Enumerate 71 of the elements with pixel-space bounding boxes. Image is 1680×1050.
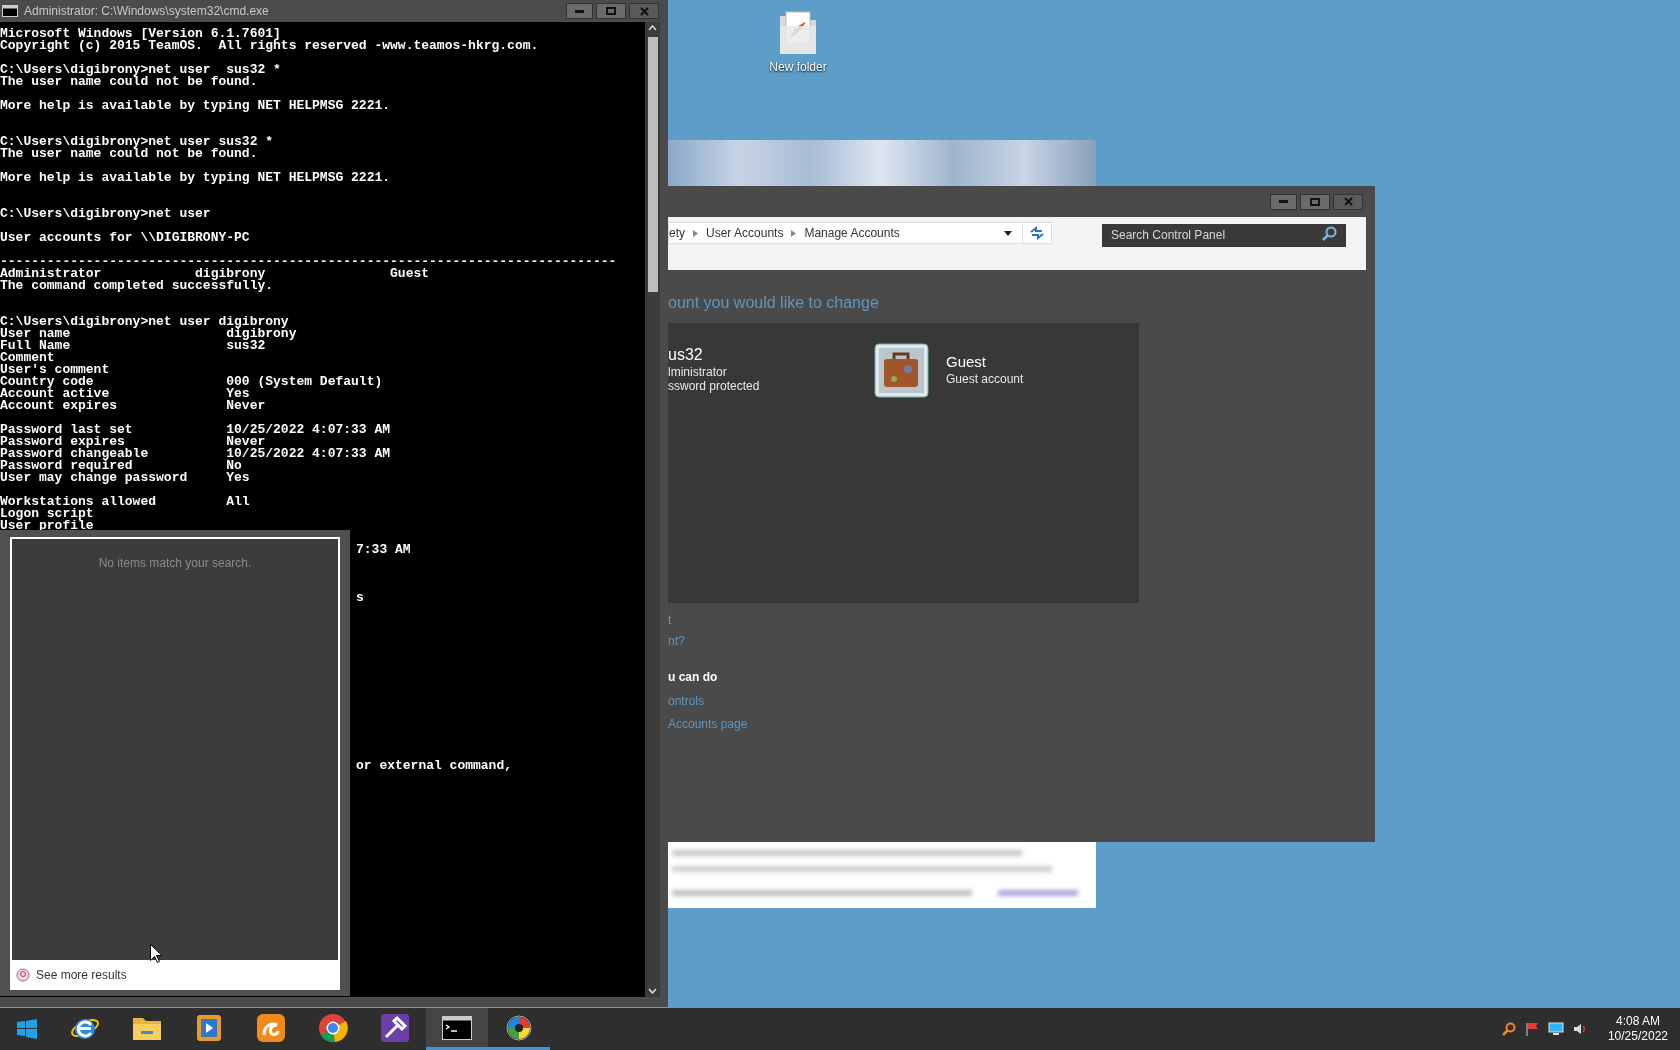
empty-message: No items match your search. xyxy=(98,555,252,572)
refresh-icon[interactable] xyxy=(1029,226,1045,240)
breadcrumb-item[interactable]: User Accounts xyxy=(706,224,784,242)
taskbar-button[interactable] xyxy=(426,1008,488,1050)
console-line: Password last set 10/25/2022 4:07:33 AM xyxy=(0,422,391,437)
scrollbar-thumb[interactable] xyxy=(647,37,658,292)
console-line: C:\Users\digibrony>net user digibrony xyxy=(0,314,289,329)
console-line: Workstations allowed All xyxy=(0,494,250,509)
minimize-icon xyxy=(1279,200,1288,203)
console-line: or external command, xyxy=(356,758,513,773)
scroll-down-icon[interactable] xyxy=(648,988,657,994)
breadcrumb-item[interactable]: ety xyxy=(669,224,685,242)
hammer-icon xyxy=(380,1012,410,1043)
chevron-right-icon xyxy=(693,229,698,237)
account-detail: lministrator xyxy=(668,365,728,379)
windows-logo-icon xyxy=(17,1019,37,1039)
clock[interactable]: 4:08 AM 10/25/2022 xyxy=(1607,1014,1668,1044)
account-name[interactable]: us32 xyxy=(668,345,874,365)
terminal-icon xyxy=(442,1015,472,1040)
console-line: ------------------------------------------------------------------------------- xyxy=(0,254,617,269)
breadcrumb-item[interactable]: Manage Accounts xyxy=(804,224,900,242)
account-detail: ssword protected xyxy=(668,379,761,393)
search-field[interactable]: Search Control Panel xyxy=(1102,223,1346,247)
console-line: User's comment xyxy=(0,362,110,377)
color-wheel-icon xyxy=(506,1014,532,1041)
minimize-icon xyxy=(575,9,584,13)
console-line: C:\Users\digibrony>net user sus32 * xyxy=(0,62,281,77)
play-icon xyxy=(196,1013,222,1042)
maximize-icon xyxy=(606,7,616,15)
console-line: Password expires Never xyxy=(0,434,266,449)
close-button[interactable] xyxy=(1333,193,1363,210)
page-heading: ount you would like to change xyxy=(668,294,879,311)
suitcase-icon[interactable] xyxy=(874,343,929,398)
see-more-results-link[interactable]: See more results xyxy=(10,960,340,990)
minimize-button[interactable] xyxy=(1270,193,1297,210)
console-line: Logon script xyxy=(0,506,94,521)
window-title: Administrator: C:\Windows\system32\cmd.exe xyxy=(24,3,270,20)
console-line: Account expires Never xyxy=(0,398,266,413)
close-icon xyxy=(639,6,649,16)
speaker-icon[interactable] xyxy=(1572,1022,1587,1036)
close-icon xyxy=(1343,197,1353,206)
account-name[interactable]: Guest xyxy=(946,353,1024,371)
console-line: C:\Users\digibrony>net user sus32 * xyxy=(0,134,274,149)
monitor-icon[interactable] xyxy=(1547,1022,1564,1036)
console-line: C:\Users\digibrony>net user xyxy=(0,206,211,221)
dropdown-arrow-icon[interactable] xyxy=(1004,230,1012,236)
circle-logo-icon xyxy=(318,1012,348,1043)
console-line: Country code 000 (System Default) xyxy=(0,374,383,389)
maximize-icon xyxy=(1310,197,1320,206)
console-line: Microsoft Windows [Version 6.1.7601] xyxy=(0,26,281,41)
chevron-right-icon xyxy=(791,229,797,237)
console-line: 7:33 AM xyxy=(356,542,411,557)
console-line: Administrator digibrony Guest xyxy=(0,266,430,281)
close-button[interactable] xyxy=(629,3,659,19)
maximize-button[interactable] xyxy=(1300,193,1330,210)
console-line: More help is available by typing NET HELPMSG 2221. xyxy=(0,98,391,113)
scroll-up-icon[interactable] xyxy=(648,25,657,31)
terminal-icon xyxy=(2,5,18,17)
console-line: Account active Yes xyxy=(0,386,250,401)
folder-icon[interactable] xyxy=(778,8,818,56)
scrollbar[interactable] xyxy=(645,22,660,997)
maximize-button[interactable] xyxy=(596,3,626,19)
console-line: Comment xyxy=(0,350,55,365)
console-line: User accounts for \\DIGIBRONY-PC xyxy=(0,230,250,245)
minimize-button[interactable] xyxy=(566,3,593,19)
flag-icon[interactable] xyxy=(1524,1022,1539,1036)
app-icon xyxy=(256,1012,286,1043)
console-line: s xyxy=(356,590,364,605)
section-title: u can do xyxy=(668,669,718,686)
console-line: More help is available by typing NET HELPMSG 2221. xyxy=(0,170,391,185)
account-detail: Guest account xyxy=(946,371,1024,387)
